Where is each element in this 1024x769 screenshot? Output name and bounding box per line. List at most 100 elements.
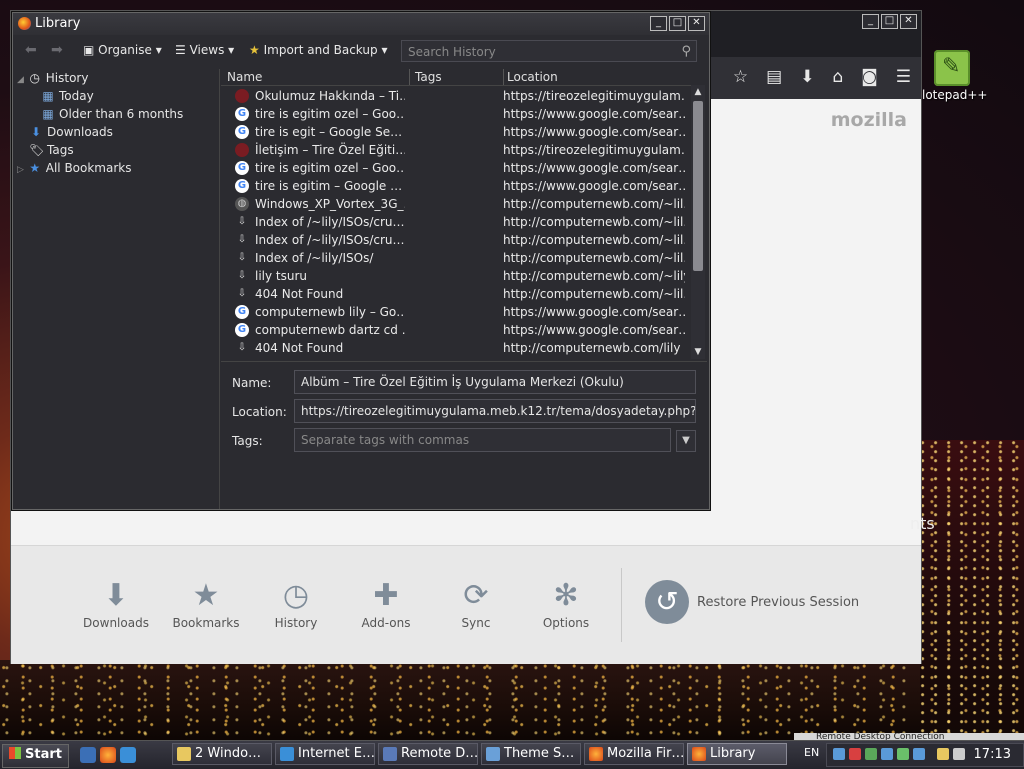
column-name[interactable]: Name <box>227 70 262 84</box>
library-toolbar: ⬅ ➡ ▣ Organise ▾ ☰ Views ▾ ★ Import and … <box>13 35 709 67</box>
show-desktop-icon[interactable] <box>80 747 96 763</box>
launcher-label: Add-ons <box>361 616 411 630</box>
desktop-icon-notepadpp[interactable]: lotepad++ <box>922 50 987 102</box>
tray-security-icon[interactable] <box>849 748 861 760</box>
search-placeholder: Search History <box>408 45 496 59</box>
location-field[interactable]: https://tireozelegitimuygulama.meb.k12.t… <box>294 399 696 423</box>
column-location[interactable]: Location <box>507 70 558 84</box>
ie-icon <box>280 747 294 761</box>
minimize-button[interactable]: _ <box>862 14 879 29</box>
launcher-label: Bookmarks <box>172 616 240 630</box>
tray-display-icon[interactable] <box>913 748 925 760</box>
clock[interactable]: 17:13 <box>974 747 1011 762</box>
folder-icon <box>177 747 191 761</box>
maximize-button[interactable]: □ <box>669 16 686 31</box>
tray-network-icon[interactable] <box>833 748 845 760</box>
maximize-button[interactable]: □ <box>881 14 898 29</box>
language-indicator[interactable]: EN <box>804 746 819 759</box>
table-row[interactable]: Gtire is egit – Google Se… https://www.go… <box>221 123 691 141</box>
tags-dropdown-button[interactable]: ▼ <box>676 430 696 452</box>
tag-icon: 🏷︎ <box>29 143 45 157</box>
volume-icon[interactable] <box>953 748 965 760</box>
download-icon: ⬇ <box>103 578 129 613</box>
pocket-icon[interactable]: ◙ <box>861 67 878 87</box>
table-row[interactable]: ⇩ Index of /~lily/ISOs/cru… http://compute… <box>221 231 691 249</box>
launcher-history[interactable]: ◷ History <box>256 576 336 630</box>
table-row[interactable]: ⇩ 404 Not Found http://computernewb.com/~l… <box>221 285 691 303</box>
home-icon[interactable]: ⌂ <box>832 67 843 87</box>
row-location: http://computernewb.com/~lil… <box>503 287 685 301</box>
tray-sync-icon[interactable] <box>881 748 893 760</box>
scroll-down-icon[interactable]: ▼ <box>691 345 705 359</box>
table-row[interactable]: ⇩ Index of /~lily/ISOs/cru… http://compute… <box>221 213 691 231</box>
taskbar-button-windows-group[interactable]: 2 Windo… <box>172 743 272 765</box>
launcher-addons[interactable]: ✚ Add-ons <box>346 576 426 630</box>
close-button[interactable]: ✕ <box>900 14 917 29</box>
tray-monitor-icon[interactable] <box>937 748 949 760</box>
tree-item-all-bookmarks[interactable]: ▷ ★ All Bookmarks <box>17 159 131 177</box>
back-arrow-icon[interactable]: ⬅ <box>25 42 37 58</box>
tree-item-today[interactable]: ▦ Today <box>41 87 94 105</box>
close-button[interactable]: ✕ <box>688 16 705 31</box>
column-divider[interactable] <box>503 69 504 85</box>
launcher-downloads[interactable]: ⬇ Downloads <box>76 576 156 630</box>
chevron-down-icon: ▾ <box>228 43 235 57</box>
reading-list-icon[interactable]: ▤ <box>766 67 782 87</box>
tree-item-downloads[interactable]: ⬇ Downloads <box>29 123 113 141</box>
taskbar-button-remote-desktop[interactable]: Remote D… <box>378 743 478 765</box>
list-scrollbar[interactable]: ▲ ▼ <box>691 85 705 359</box>
firefox-quicklaunch-icon[interactable] <box>100 747 116 763</box>
google-favicon-icon: G <box>235 323 249 337</box>
table-row[interactable]: ● Okulumuz Hakkında – Ti… https://tireozel… <box>221 87 691 105</box>
ie-quicklaunch-icon[interactable] <box>120 747 136 763</box>
scroll-thumb[interactable] <box>693 101 703 271</box>
download-arrow-icon[interactable]: ⬇ <box>800 67 814 87</box>
menu-icon[interactable]: ☰ <box>896 67 911 87</box>
table-row[interactable]: Gcomputernewb dartz cd … https://www.goog… <box>221 321 691 339</box>
launcher-sync[interactable]: ⟳ Sync <box>436 576 516 630</box>
taskbar-button-mozilla-firefox[interactable]: Mozilla Fir… <box>584 743 684 765</box>
tree-item-label: Today <box>59 89 94 103</box>
minimize-button[interactable]: _ <box>650 16 667 31</box>
tree-item-older-than-6-months[interactable]: ▦ Older than 6 months <box>41 105 183 123</box>
tree-expand-icon[interactable]: ▷ <box>17 165 24 175</box>
bookmark-star-icon[interactable]: ☆ <box>733 67 748 87</box>
library-titlebar[interactable]: Library _ □ ✕ <box>13 13 709 35</box>
views-button[interactable]: ☰ Views ▾ <box>175 43 234 57</box>
column-tags[interactable]: Tags <box>415 70 442 84</box>
column-divider[interactable] <box>409 69 410 85</box>
table-row[interactable]: ◍ Windows_XP_Vortex_3G_… http://computerne… <box>221 195 691 213</box>
forward-arrow-icon[interactable]: ➡ <box>51 42 63 58</box>
history-clock-icon: ◷ <box>282 578 310 613</box>
launcher-bookmarks[interactable]: ★ Bookmarks <box>166 576 246 630</box>
table-row[interactable]: ⇩ Index of /~lily/ISOs/http://computernew… <box>221 249 691 267</box>
table-row[interactable]: Gtire is egitim ozel – Goo… https://www.g… <box>221 105 691 123</box>
launcher-options[interactable]: ✻ Options <box>526 576 606 630</box>
restore-session-button[interactable]: ↺ Restore Previous Session <box>645 580 859 624</box>
start-button[interactable]: Start <box>2 744 69 768</box>
scroll-up-icon[interactable]: ▲ <box>691 85 705 99</box>
taskbar-button-internet-explorer[interactable]: Internet E… <box>275 743 375 765</box>
table-row[interactable]: ● İletişim – Tire Özel Eğiti… https://tire… <box>221 141 691 159</box>
tray-device-icon[interactable] <box>897 748 909 760</box>
tags-field[interactable]: Separate tags with commas <box>294 428 671 452</box>
organise-button[interactable]: ▣ Organise ▾ <box>83 43 162 57</box>
search-history-input[interactable]: Search History ⚲ <box>401 40 697 62</box>
import-backup-button[interactable]: ★ Import and Backup ▾ <box>249 43 387 57</box>
tree-item-tags[interactable]: 🏷︎ Tags <box>29 141 74 159</box>
row-location: https://www.google.com/sear… <box>503 179 685 193</box>
table-row[interactable]: Gtire is egitim ozel – Goo… https://www.g… <box>221 159 691 177</box>
tree-expand-icon[interactable]: ◢ <box>17 75 24 85</box>
theme-icon <box>486 747 500 761</box>
name-field[interactable]: Albüm – Tire Özel Eğitim İş Uygulama Mer… <box>294 370 696 394</box>
taskbar-button-theme[interactable]: Theme S… <box>481 743 581 765</box>
table-row[interactable]: Gcomputernewb lily – Go… https://www.goog… <box>221 303 691 321</box>
tree-item-history[interactable]: ◢ ◷ History <box>17 69 88 87</box>
table-row[interactable]: Gtire is egitim – Google … https://www.go… <box>221 177 691 195</box>
tray-update-icon[interactable] <box>865 748 877 760</box>
page-favicon-icon: ⇩ <box>237 252 247 263</box>
table-row[interactable]: ⇩ lily tsuru http://computernewb.com/~lily… <box>221 267 691 285</box>
table-row[interactable]: ⇩ 404 Not Found http://computernewb.com/li… <box>221 339 691 357</box>
taskbar-button-library[interactable]: Library <box>687 743 787 765</box>
puzzle-icon: ✚ <box>373 578 399 613</box>
